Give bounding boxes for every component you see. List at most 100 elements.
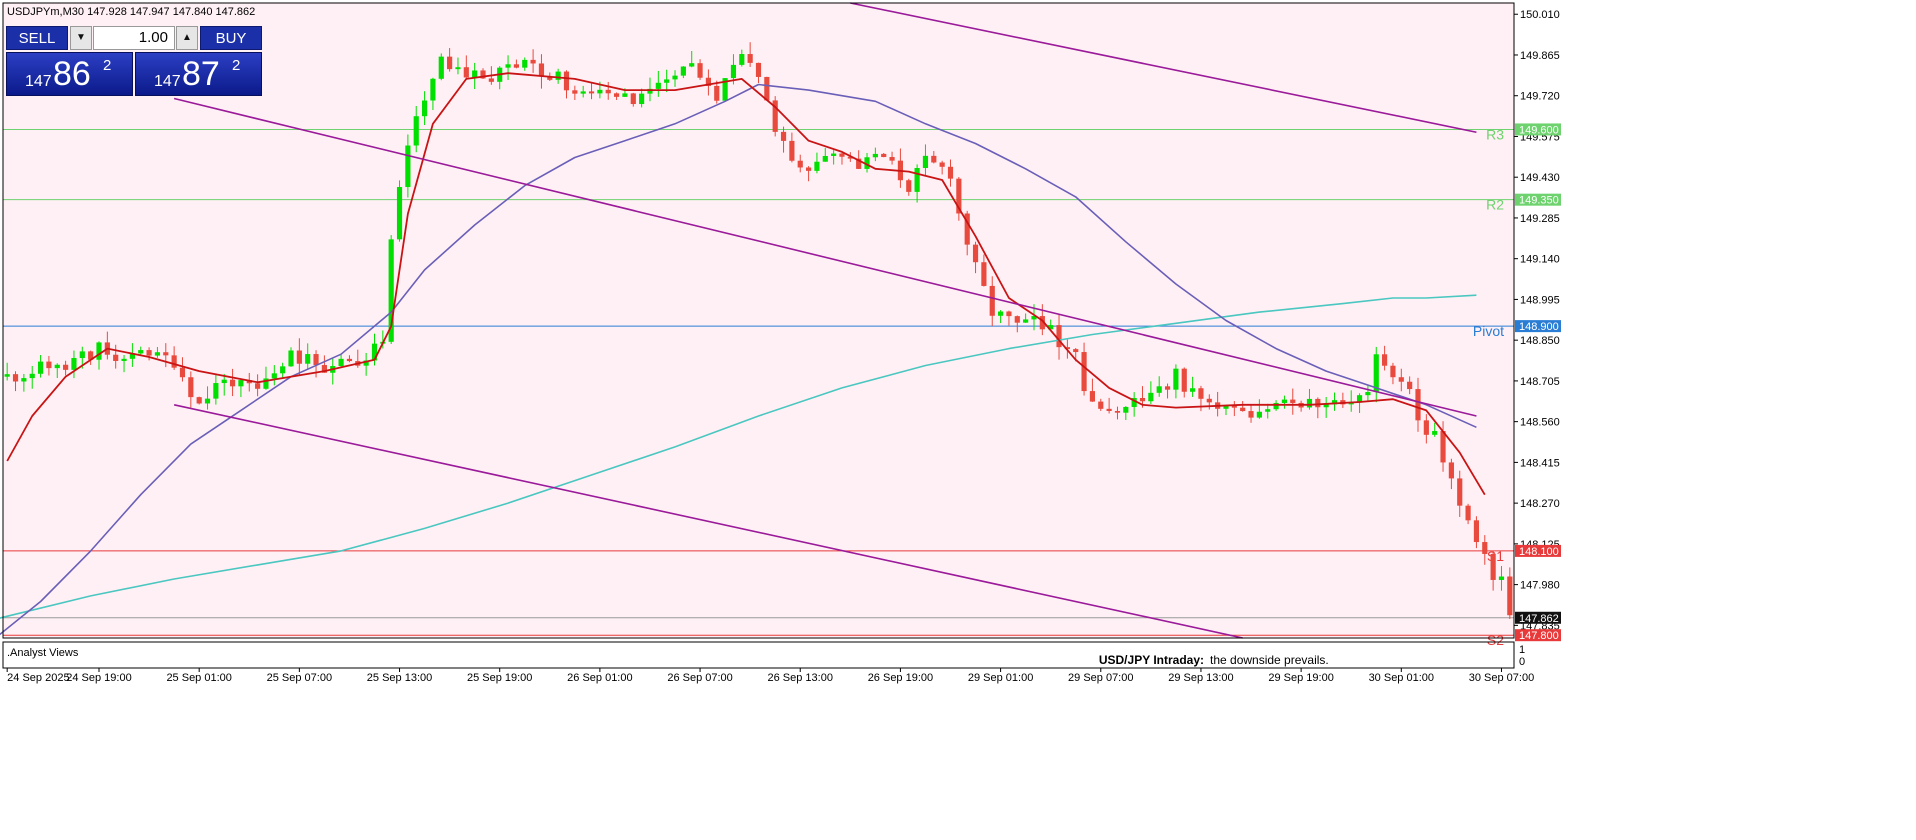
candle-body xyxy=(1423,420,1429,435)
candle-body xyxy=(1365,392,1371,396)
sell-quote-fraction: 2 xyxy=(103,57,112,74)
buy-quote-prefix: 147 xyxy=(154,73,181,90)
x-tick-label: 29 Sep 13:00 xyxy=(1168,672,1233,684)
candle-body xyxy=(1482,542,1488,554)
candle-body xyxy=(1206,398,1212,403)
candle-body xyxy=(1448,462,1454,479)
candle-body xyxy=(981,262,987,286)
sell-button[interactable]: SELL xyxy=(6,26,68,50)
buy-quote[interactable]: 147 87 2 xyxy=(135,52,262,96)
candle-body xyxy=(605,89,611,94)
x-tick-label: 24 Sep 19:00 xyxy=(66,672,131,684)
candle-body xyxy=(998,311,1004,316)
y-tick-label: 148.995 xyxy=(1520,294,1560,306)
candle-body xyxy=(463,67,469,78)
candle-body xyxy=(680,66,686,76)
x-tick-label: 29 Sep 19:00 xyxy=(1268,672,1333,684)
candle-body xyxy=(146,350,152,356)
candle-body xyxy=(580,91,586,94)
candle-body xyxy=(396,187,403,240)
buy-button[interactable]: BUY xyxy=(200,26,262,50)
price-chart: R3R2PivotS1S2150.010149.865149.720149.57… xyxy=(0,0,1916,840)
candle-body xyxy=(1190,388,1196,392)
candle-body xyxy=(1006,311,1012,317)
candle-body xyxy=(1281,399,1288,403)
candle-body xyxy=(46,361,52,369)
candle xyxy=(196,396,202,405)
candle-body xyxy=(822,155,828,162)
level-label-r2: R2 xyxy=(1486,197,1504,213)
current-price-label: 147.862 xyxy=(1519,613,1559,625)
candle-body xyxy=(1023,319,1029,323)
lot-increase-button[interactable]: ▲ xyxy=(176,26,198,50)
candle-body xyxy=(889,157,895,161)
candle-body xyxy=(764,76,770,101)
candle-body xyxy=(1156,386,1162,393)
chart-window: R3R2PivotS1S2150.010149.865149.720149.57… xyxy=(0,0,1916,840)
y-tick-label: 148.850 xyxy=(1520,335,1560,347)
candle-body xyxy=(488,78,494,82)
candle-body xyxy=(154,352,161,356)
x-tick-label: 26 Sep 01:00 xyxy=(567,672,632,684)
candle-body xyxy=(947,166,954,179)
candle-body xyxy=(572,90,578,94)
candle-body xyxy=(597,89,603,94)
candle-body xyxy=(588,91,595,94)
candle-body xyxy=(1148,392,1154,402)
sell-quote-pips: 86 xyxy=(53,55,91,93)
sell-quote-prefix: 147 xyxy=(25,73,52,90)
candle-body xyxy=(814,161,820,171)
candle-body xyxy=(447,56,453,70)
candle-body xyxy=(1098,401,1104,409)
level-price-label: 148.900 xyxy=(1519,321,1559,333)
candle-body xyxy=(1398,377,1404,382)
candle-body xyxy=(555,71,561,80)
indicator-scale-bottom: 0 xyxy=(1519,656,1525,668)
candle-body xyxy=(221,379,227,384)
candle-body xyxy=(29,373,35,379)
candle-body xyxy=(54,364,60,369)
candle-body xyxy=(989,285,995,316)
buy-quote-fraction: 2 xyxy=(232,57,241,74)
lot-decrease-button[interactable]: ▼ xyxy=(70,26,92,50)
lot-size-input[interactable]: 1.00 xyxy=(93,26,175,50)
candle xyxy=(396,180,403,242)
candle-body xyxy=(79,351,85,359)
candle-body xyxy=(296,350,302,364)
level-label-r3: R3 xyxy=(1486,126,1504,142)
y-tick-label: 149.720 xyxy=(1520,91,1560,103)
candle-body xyxy=(697,63,703,78)
candle-body xyxy=(188,377,194,398)
candle-body xyxy=(438,56,444,79)
candle-body xyxy=(1382,354,1388,366)
candle-body xyxy=(455,67,461,70)
y-tick-label: 149.865 xyxy=(1520,50,1560,62)
analyst-comment: the downside prevails. xyxy=(1210,653,1329,667)
candle-body xyxy=(714,85,720,101)
y-tick-label: 149.430 xyxy=(1520,172,1560,184)
analyst-headline: USD/JPY Intraday: xyxy=(1099,653,1204,667)
candle-body xyxy=(1306,398,1313,408)
candle-body xyxy=(138,350,144,354)
sell-quote[interactable]: 147 86 2 xyxy=(6,52,133,96)
candle-body xyxy=(872,153,878,158)
candle-body xyxy=(1081,352,1087,392)
candle-body xyxy=(622,93,628,97)
candle-body xyxy=(1473,520,1480,543)
buy-quote-pips: 87 xyxy=(182,55,220,93)
candle-body xyxy=(522,59,528,68)
candle xyxy=(772,96,778,137)
candle-body xyxy=(472,70,478,78)
candle-body xyxy=(346,358,353,362)
y-tick-label: 148.270 xyxy=(1520,498,1560,510)
candle-body xyxy=(1181,368,1187,392)
x-tick-label: 29 Sep 01:00 xyxy=(968,672,1033,684)
candle-body xyxy=(1432,431,1438,435)
candle-body xyxy=(1273,402,1279,410)
candle-body xyxy=(939,162,945,167)
candle-body xyxy=(1290,399,1296,403)
candle-body xyxy=(797,160,803,168)
candle-body xyxy=(806,167,812,171)
candle-body xyxy=(1440,431,1446,463)
candle-body xyxy=(1498,576,1505,580)
